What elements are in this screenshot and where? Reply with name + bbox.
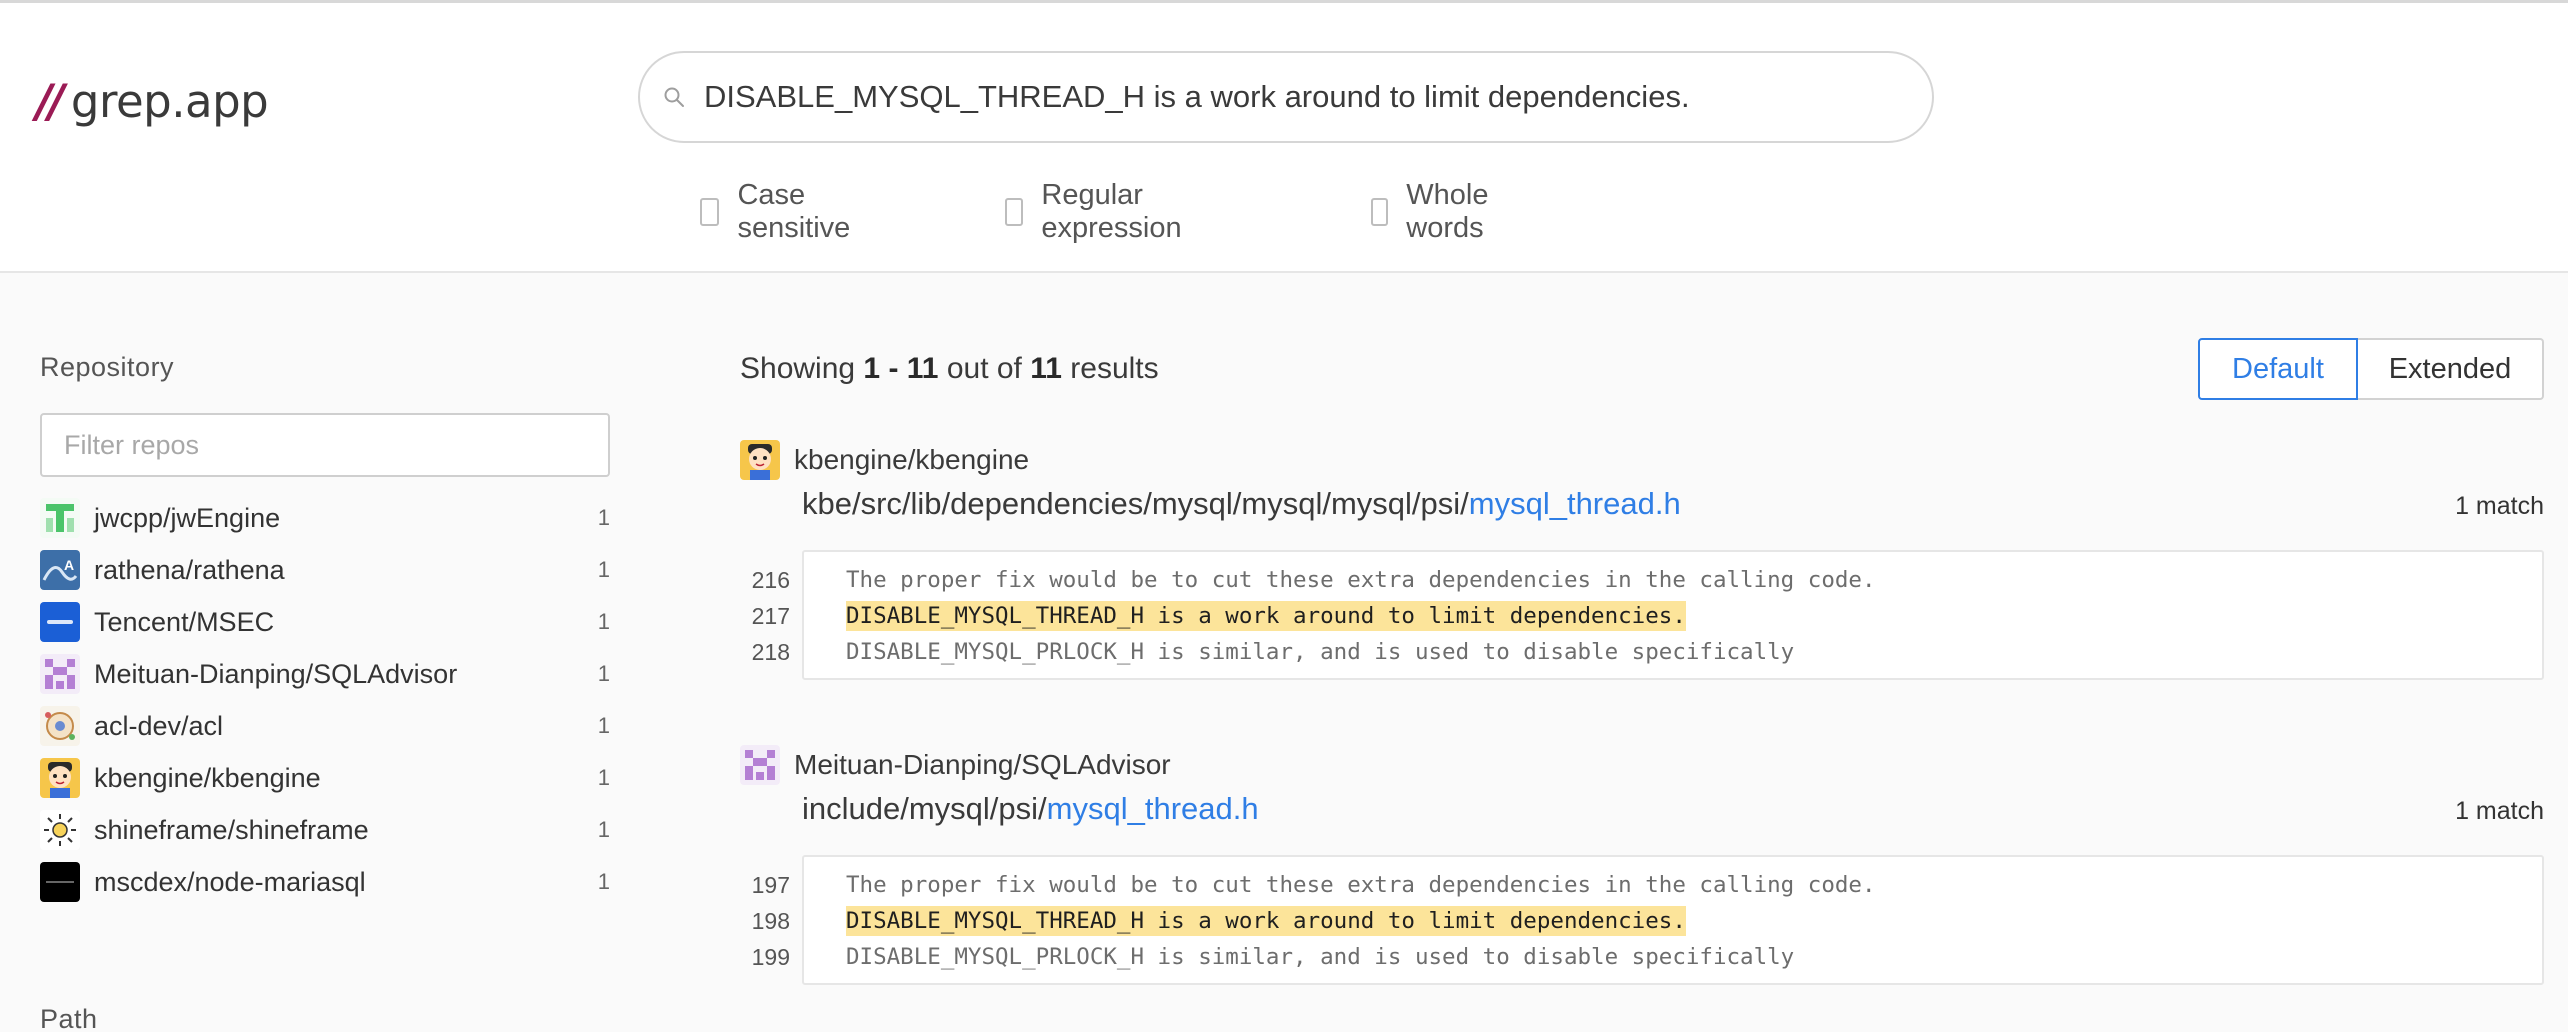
rathena-avatar: A — [40, 550, 80, 590]
regular-expression-checkbox[interactable] — [1005, 198, 1024, 226]
line-text: DISABLE_MYSQL_PRLOCK_H is similar, and i… — [846, 944, 1795, 970]
kbengine-avatar — [40, 758, 80, 798]
repo-filter-count: 1 — [597, 609, 610, 634]
header: // grep.app Case sensitive Regular expre… — [0, 3, 2568, 273]
highlighted-match: DISABLE_MYSQL_THREAD_H is a work around … — [846, 601, 1686, 631]
line-text: The proper fix would be to cut these ext… — [846, 567, 1876, 593]
result-path-prefix: kbe/src/lib/dependencies/mysql/mysql/mys… — [802, 486, 1469, 521]
highlighted-match: DISABLE_MYSQL_THREAD_H is a work around … — [846, 906, 1686, 936]
summary-prefix: Showing — [740, 352, 864, 385]
extended-view-button[interactable]: Extended — [2358, 338, 2544, 400]
code-line: 217 DISABLE_MYSQL_THREAD_H is a work aro… — [752, 598, 2542, 634]
repo-filter-count: 1 — [597, 661, 610, 686]
repo-filter-item[interactable]: acl-dev/acl 1 — [40, 706, 610, 746]
match-count: 1 match — [2455, 492, 2544, 520]
view-toggle: Default Extended — [2198, 338, 2544, 400]
whole-words-checkbox[interactable] — [1371, 198, 1389, 226]
result-header: kbengine/kbengine — [740, 440, 1029, 480]
results-summary: Showing 1 - 11 out of 11 results — [740, 352, 1159, 386]
regular-expression-option[interactable]: Regular expression — [1005, 179, 1191, 244]
summary-range: 1 - 11 — [863, 352, 939, 385]
page: // grep.app Case sensitive Regular expre… — [0, 0, 2568, 1032]
code-line: 197 The proper fix would be to cut these… — [752, 867, 2542, 903]
results-panel: Showing 1 - 11 out of 11 results Default… — [740, 272, 2544, 1032]
filter-repos-input[interactable] — [40, 413, 610, 477]
code-snippet: 216 The proper fix would be to cut these… — [752, 550, 2544, 680]
line-number[interactable]: 199 — [744, 939, 790, 975]
line-number[interactable]: 197 — [744, 867, 790, 903]
logo[interactable]: // grep.app — [36, 69, 269, 133]
repo-filter-name: rathena/rathena — [94, 554, 285, 585]
repo-filter-name: jwcpp/jwEngine — [94, 502, 281, 533]
summary-suffix: results — [1061, 352, 1159, 385]
result-path-link[interactable]: include/mysql/psi/mysql_thread.h — [802, 791, 1259, 827]
logo-name: grep.app — [70, 74, 269, 128]
line-number[interactable]: 198 — [744, 903, 790, 939]
path-heading: Path — [40, 1004, 98, 1032]
filter-sidebar: Repository jwcpp/jwEngine 1 A rathena/ra… — [40, 272, 610, 1032]
acl-avatar — [40, 706, 80, 746]
repo-filter-count: 1 — [597, 765, 610, 790]
whole-words-label: Whole words — [1406, 179, 1489, 244]
line-text: The proper fix would be to cut these ext… — [846, 872, 1876, 898]
repo-filter-name: Tencent/MSEC — [94, 606, 275, 637]
summary-middle: out of — [938, 352, 1031, 385]
regular-expression-label: Regular expression — [1041, 179, 1182, 244]
line-number[interactable]: 218 — [744, 634, 790, 670]
code-line: 198 DISABLE_MYSQL_THREAD_H is a work aro… — [752, 903, 2542, 939]
meituan-avatar — [740, 745, 780, 785]
repository-heading: Repository — [40, 352, 175, 382]
code-line: 199 DISABLE_MYSQL_PRLOCK_H is similar, a… — [752, 939, 2542, 975]
repo-filter-item[interactable]: Tencent/MSEC 1 — [40, 602, 610, 642]
match-count: 1 match — [2455, 797, 2544, 825]
case-sensitive-label: Case sensitive — [737, 179, 851, 244]
line-number[interactable]: 217 — [744, 598, 790, 634]
result-repo-link[interactable]: kbengine/kbengine — [794, 444, 1029, 476]
repo-filter-count: 1 — [597, 869, 610, 894]
code-snippet: 197 The proper fix would be to cut these… — [752, 855, 2544, 985]
repo-filter-name: mscdex/node-mariasql — [94, 866, 366, 897]
repo-filter-item[interactable]: kbengine/kbengine 1 — [40, 758, 610, 798]
svg-text:A: A — [64, 557, 74, 573]
repo-filter-name: Meituan-Dianping/SQLAdvisor — [94, 658, 458, 689]
repo-filter-count: 1 — [597, 713, 610, 738]
jwengine-avatar — [40, 498, 80, 538]
repo-filter-item[interactable]: shineframe/shineframe 1 — [40, 810, 610, 850]
repo-filter-name: kbengine/kbengine — [94, 762, 321, 793]
repo-filter-count: 1 — [597, 817, 610, 842]
result-repo-link[interactable]: Meituan-Dianping/SQLAdvisor — [794, 749, 1171, 781]
shineframe-avatar — [40, 810, 80, 850]
kbengine-avatar — [740, 440, 780, 480]
repo-filter-count: 1 — [597, 557, 610, 582]
repo-filter-item[interactable]: A rathena/rathena 1 — [40, 550, 610, 590]
search-bar[interactable] — [638, 51, 1934, 143]
whole-words-option[interactable]: Whole words — [1371, 179, 1499, 244]
line-number[interactable]: 216 — [744, 562, 790, 598]
repo-filter-name: shineframe/shineframe — [94, 814, 369, 845]
repo-filter-item[interactable]: mscdex/node-mariasql 1 — [40, 862, 610, 902]
code-line: 218 DISABLE_MYSQL_PRLOCK_H is similar, a… — [752, 634, 2542, 670]
tencent-avatar — [40, 602, 80, 642]
mscdex-avatar — [40, 862, 80, 902]
repo-filter-item[interactable]: Meituan-Dianping/SQLAdvisor 1 — [40, 654, 610, 694]
result-file-name: mysql_thread.h — [1468, 486, 1681, 521]
result-header: Meituan-Dianping/SQLAdvisor — [740, 745, 1171, 785]
logo-slashes: // — [36, 74, 65, 128]
case-sensitive-option[interactable]: Case sensitive — [700, 179, 859, 244]
repo-filter-name: acl-dev/acl — [94, 710, 224, 741]
repo-filter-count: 1 — [597, 505, 610, 530]
meituan-avatar — [40, 654, 80, 694]
line-text: DISABLE_MYSQL_PRLOCK_H is similar, and i… — [846, 639, 1795, 665]
search-icon — [664, 87, 684, 107]
case-sensitive-checkbox[interactable] — [700, 198, 720, 226]
search-input[interactable] — [704, 69, 1904, 125]
default-view-button[interactable]: Default — [2198, 338, 2358, 400]
summary-total: 11 — [1030, 352, 1062, 385]
result-path-prefix: include/mysql/psi/ — [802, 791, 1047, 826]
result-file-name: mysql_thread.h — [1046, 791, 1259, 826]
result-path-link[interactable]: kbe/src/lib/dependencies/mysql/mysql/mys… — [802, 486, 1681, 522]
code-line: 216 The proper fix would be to cut these… — [752, 562, 2542, 598]
repo-filter-item[interactable]: jwcpp/jwEngine 1 — [40, 498, 610, 538]
